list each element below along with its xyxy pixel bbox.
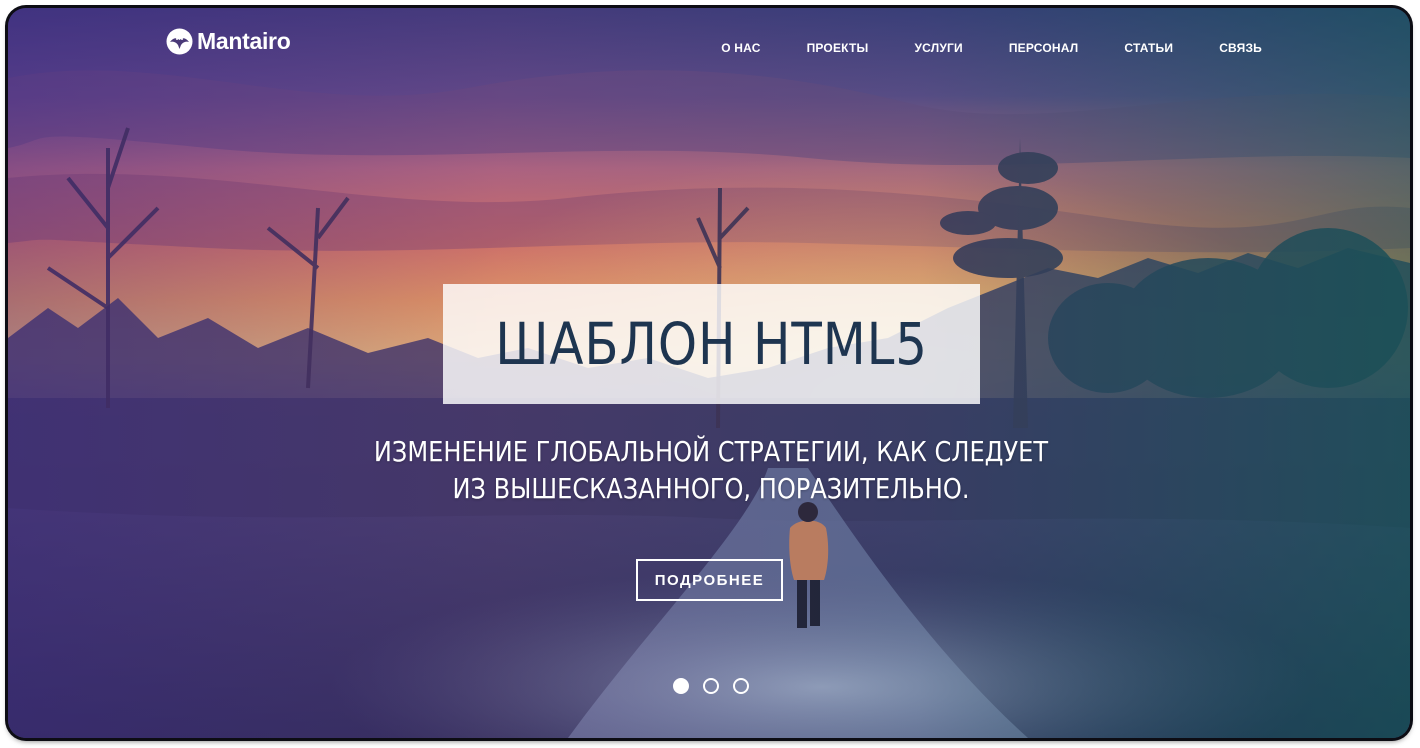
nav-item-about[interactable]: О НАС [721, 41, 760, 55]
nav-item-projects[interactable]: ПРОЕКТЫ [807, 41, 869, 55]
slider-pagination [673, 678, 749, 694]
brand-logo[interactable]: Mantairo [166, 28, 291, 55]
nav-item-staff[interactable]: ПЕРСОНАЛ [1009, 41, 1079, 55]
hero-section: Mantairo О НАС ПРОЕКТЫ УСЛУГИ ПЕРСОНАЛ С… [8, 8, 1410, 738]
more-button[interactable]: ПОДРОБНЕЕ [636, 559, 783, 601]
nav-item-articles[interactable]: СТАТЬИ [1124, 41, 1173, 55]
hero-subtitle-line-2: ИЗ ВЫШЕСКАЗАННОГО, ПОРАЗИТЕЛЬНО. [452, 472, 970, 505]
hero-title: ШАБЛОН HTML5 [495, 310, 928, 378]
hero-title-box: ШАБЛОН HTML5 [443, 284, 980, 404]
nav-item-contact[interactable]: СВЯЗЬ [1219, 41, 1262, 55]
brand-name: Mantairo [197, 28, 291, 54]
manta-ray-logo-icon [166, 28, 193, 55]
slide-dot-1[interactable] [673, 678, 689, 694]
hero-subtitle-line-1: ИЗМЕНЕНИЕ ГЛОБАЛЬНОЙ СТРАТЕГИИ, КАК СЛЕД… [373, 435, 1049, 468]
hero-subtitle: ИЗМЕНЕНИЕ ГЛОБАЛЬНОЙ СТРАТЕГИИ, КАК СЛЕД… [364, 433, 1057, 507]
main-menu: О НАС ПРОЕКТЫ УСЛУГИ ПЕРСОНАЛ СТАТЬИ СВЯ… [721, 41, 1262, 55]
nav-item-services[interactable]: УСЛУГИ [914, 41, 962, 55]
top-navigation: Mantairo О НАС ПРОЕКТЫ УСЛУГИ ПЕРСОНАЛ С… [8, 8, 1410, 98]
slide-dot-2[interactable] [703, 678, 719, 694]
slide-dot-3[interactable] [733, 678, 749, 694]
